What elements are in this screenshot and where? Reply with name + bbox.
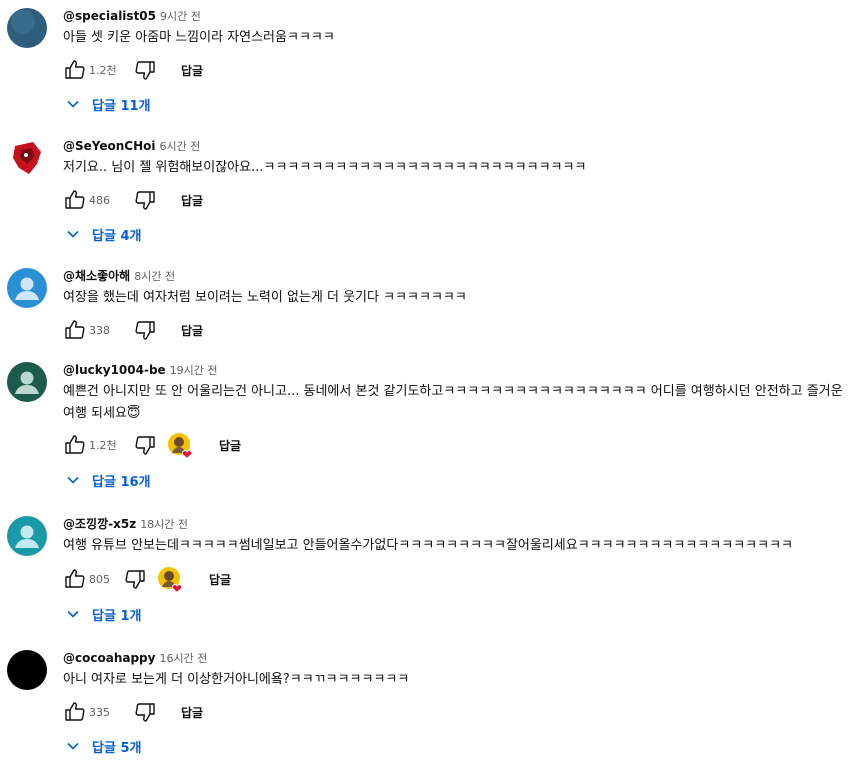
comment-actions: 486 답글: [63, 188, 203, 212]
replies-count-label: 답글 11개: [92, 98, 151, 114]
comment-text: 저기요.. 님이 젤 위험해보이잖아요...ㅋㅋㅋㅋㅋㅋㅋㅋㅋㅋㅋㅋㅋㅋㅋㅋㅋㅋ…: [63, 160, 587, 175]
thumbs-up-icon[interactable]: [63, 433, 87, 457]
view-replies-button[interactable]: 답글 1개: [63, 602, 141, 626]
avatar[interactable]: [7, 362, 47, 402]
comment-actions: 338 답글: [63, 318, 203, 342]
like-count: 805: [89, 572, 110, 586]
comment-timestamp[interactable]: 19시간 전: [170, 364, 218, 377]
thumbs-down-icon[interactable]: [123, 567, 147, 591]
avatar[interactable]: [7, 138, 47, 178]
avatar[interactable]: [7, 268, 47, 308]
avatar[interactable]: [7, 8, 47, 48]
comment-author-handle[interactable]: @조낑깡-x5z: [63, 517, 136, 531]
like-count: 1.2천: [89, 439, 117, 452]
reply-button[interactable]: 답글: [181, 322, 203, 339]
view-replies-button[interactable]: 답글 16개: [63, 468, 151, 492]
comment-actions: 335 답글: [63, 700, 203, 724]
reply-button[interactable]: 답글: [181, 62, 203, 79]
avatar[interactable]: [7, 650, 47, 690]
thumbs-down-icon[interactable]: [133, 700, 157, 724]
comment-author-handle[interactable]: @SeYeonCHoi: [63, 139, 156, 153]
comment-timestamp[interactable]: 16시간 전: [159, 652, 207, 665]
chevron-down-icon: [63, 604, 83, 624]
comment-text: 예쁜건 아니지만 또 안 어울리는건 아니고... 동네에서 본것 같기도하고ㅋ…: [63, 384, 843, 421]
comment-text: 여행 유튜브 안보는데ㅋㅋㅋㅋㅋ썸네일보고 안들어올수가없다ㅋㅋㅋㅋㅋㅋㅋㅋㅋ잘…: [63, 538, 793, 553]
comment-timestamp[interactable]: 9시간 전: [160, 10, 201, 23]
thumbs-up-icon[interactable]: [63, 567, 87, 591]
creator-heart-icon: [157, 566, 183, 594]
like-count: 1.2천: [89, 64, 117, 77]
chevron-down-icon: [63, 94, 83, 114]
like-count: 486: [89, 193, 110, 207]
view-replies-button[interactable]: 답글 11개: [63, 92, 151, 116]
reply-button[interactable]: 답글: [209, 571, 231, 588]
thumbs-up-icon[interactable]: [63, 58, 87, 82]
creator-heart-icon: [167, 432, 193, 460]
like-count: 335: [89, 705, 110, 719]
thumbs-up-icon[interactable]: [63, 318, 87, 342]
thumbs-up-icon[interactable]: [63, 700, 87, 724]
replies-count-label: 답글 5개: [92, 740, 142, 756]
comment-timestamp[interactable]: 8시간 전: [134, 270, 175, 283]
replies-count-label: 답글 16개: [92, 474, 151, 490]
view-replies-button[interactable]: 답글 4개: [63, 222, 141, 246]
reply-button[interactable]: 답글: [181, 704, 203, 721]
comment-author-handle[interactable]: @lucky1004-be: [63, 363, 166, 377]
comment-author-handle[interactable]: @specialist05: [63, 9, 156, 23]
avatar[interactable]: [7, 516, 47, 556]
thumbs-down-icon[interactable]: [133, 318, 157, 342]
comment-actions: 1.2천 답글: [63, 432, 241, 460]
comment-author-handle[interactable]: @cocoahappy: [63, 651, 155, 665]
comment-actions: 1.2천 답글: [63, 58, 203, 82]
thumbs-down-icon[interactable]: [133, 188, 157, 212]
comment-timestamp[interactable]: 6시간 전: [160, 140, 201, 153]
comment-timestamp[interactable]: 18시간 전: [140, 518, 188, 531]
chevron-down-icon: [63, 736, 83, 756]
comment-actions: 805 답글: [63, 566, 231, 594]
chevron-down-icon: [63, 224, 83, 244]
like-count: 338: [89, 323, 110, 337]
comment-text: 아들 셋 키운 아줌마 느낌이라 자연스러움ㅋㅋㅋㅋ: [63, 30, 335, 45]
thumbs-down-icon[interactable]: [133, 433, 157, 457]
thumbs-up-icon[interactable]: [63, 188, 87, 212]
thumbs-down-icon[interactable]: [133, 58, 157, 82]
chevron-down-icon: [63, 470, 83, 490]
replies-count-label: 답글 1개: [92, 608, 142, 624]
comment-text: 여장을 했는데 여자처럼 보이려는 노력이 없는게 더 웃기다 ㅋㅋㅋㅋㅋㅋㅋ: [63, 290, 467, 305]
comment-text: 아니 여자로 보는게 더 이상한거아니에욬?ㅋㅋㄲㅋㅋㅋㅋㅋㅋㅋ: [63, 672, 410, 687]
view-replies-button[interactable]: 답글 5개: [63, 734, 141, 758]
reply-button[interactable]: 답글: [219, 437, 241, 454]
comment-author-handle[interactable]: @채소좋아해: [63, 269, 130, 283]
reply-button[interactable]: 답글: [181, 192, 203, 209]
replies-count-label: 답글 4개: [92, 228, 142, 244]
